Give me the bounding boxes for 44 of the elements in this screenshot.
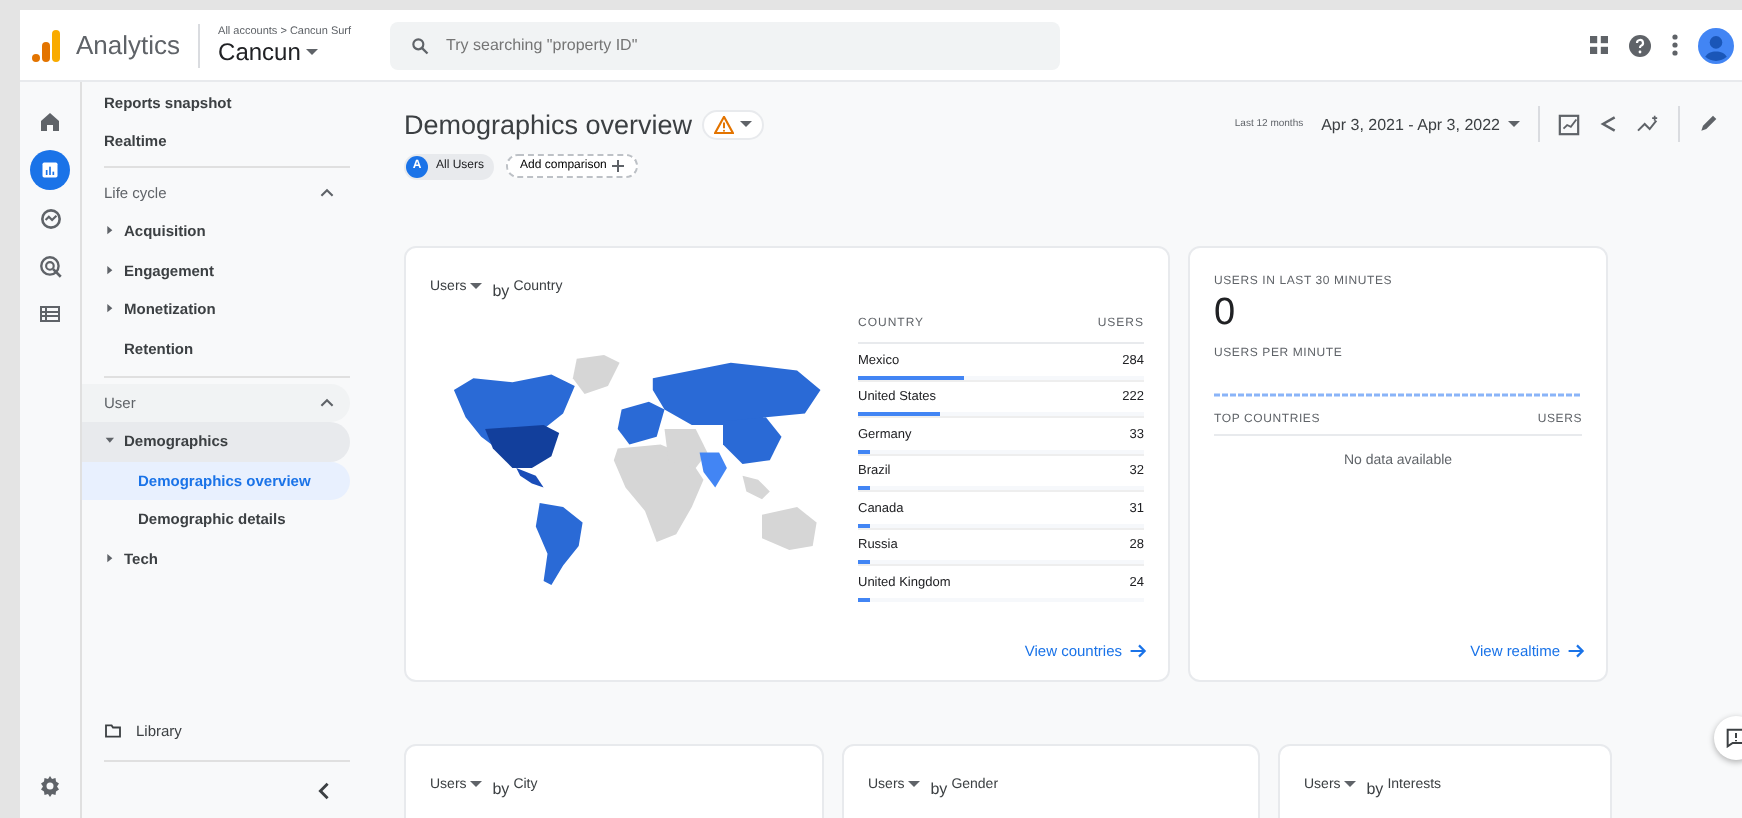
circular-chart-icon [37,205,63,231]
bar-chart-icon [40,160,60,180]
folder-icon [104,724,122,738]
page-title: Demographics overview [404,109,693,139]
arrow-right-icon [1130,644,1148,658]
share-icon[interactable] [1598,114,1618,134]
by-label: by [492,282,510,300]
chevron-up-icon [320,188,334,198]
chevron-left-icon[interactable] [318,781,330,799]
analytics-logo-icon [32,29,60,61]
search-field[interactable]: Try searching "property ID" [390,21,1061,69]
date-range-picker[interactable]: Apr 3, 2021 - Apr 3, 2022 [1321,115,1520,133]
by-label: by [1366,780,1384,798]
realtime-user-count: 0 [1214,292,1238,336]
feedback-icon [1726,728,1742,748]
caret-icon [1344,780,1357,788]
by-label: by [492,780,510,798]
apps-grid-icon[interactable] [1590,36,1608,54]
list-icon [38,302,62,326]
caret-icon [470,780,483,788]
by-label: by [930,780,948,798]
pencil-icon[interactable] [1698,114,1718,134]
settings-icon[interactable] [38,774,62,798]
target-icon [37,253,63,279]
chart-edit-icon[interactable] [1558,113,1580,135]
plus-icon [612,160,625,172]
arrow-right-icon [1568,644,1586,658]
caret-icon [908,780,921,788]
warning-icon [714,115,735,133]
caret-icon [740,120,753,128]
more-vertical-icon[interactable] [1672,34,1678,56]
property-selector[interactable]: Cancun [218,37,375,65]
help-icon[interactable] [1628,33,1652,57]
caret-icon [306,47,319,55]
trend-sparkle-icon[interactable] [1636,114,1660,134]
caret-icon [470,282,483,290]
avatar-icon[interactable] [1698,27,1734,63]
search-icon [410,35,431,55]
chevron-up-icon [320,398,334,408]
product-name: Analytics [76,23,201,67]
nav-rail-button[interactable] [30,150,70,190]
warning-dropdown[interactable] [702,109,765,139]
caret-icon [1508,120,1520,128]
home-icon [38,110,62,134]
